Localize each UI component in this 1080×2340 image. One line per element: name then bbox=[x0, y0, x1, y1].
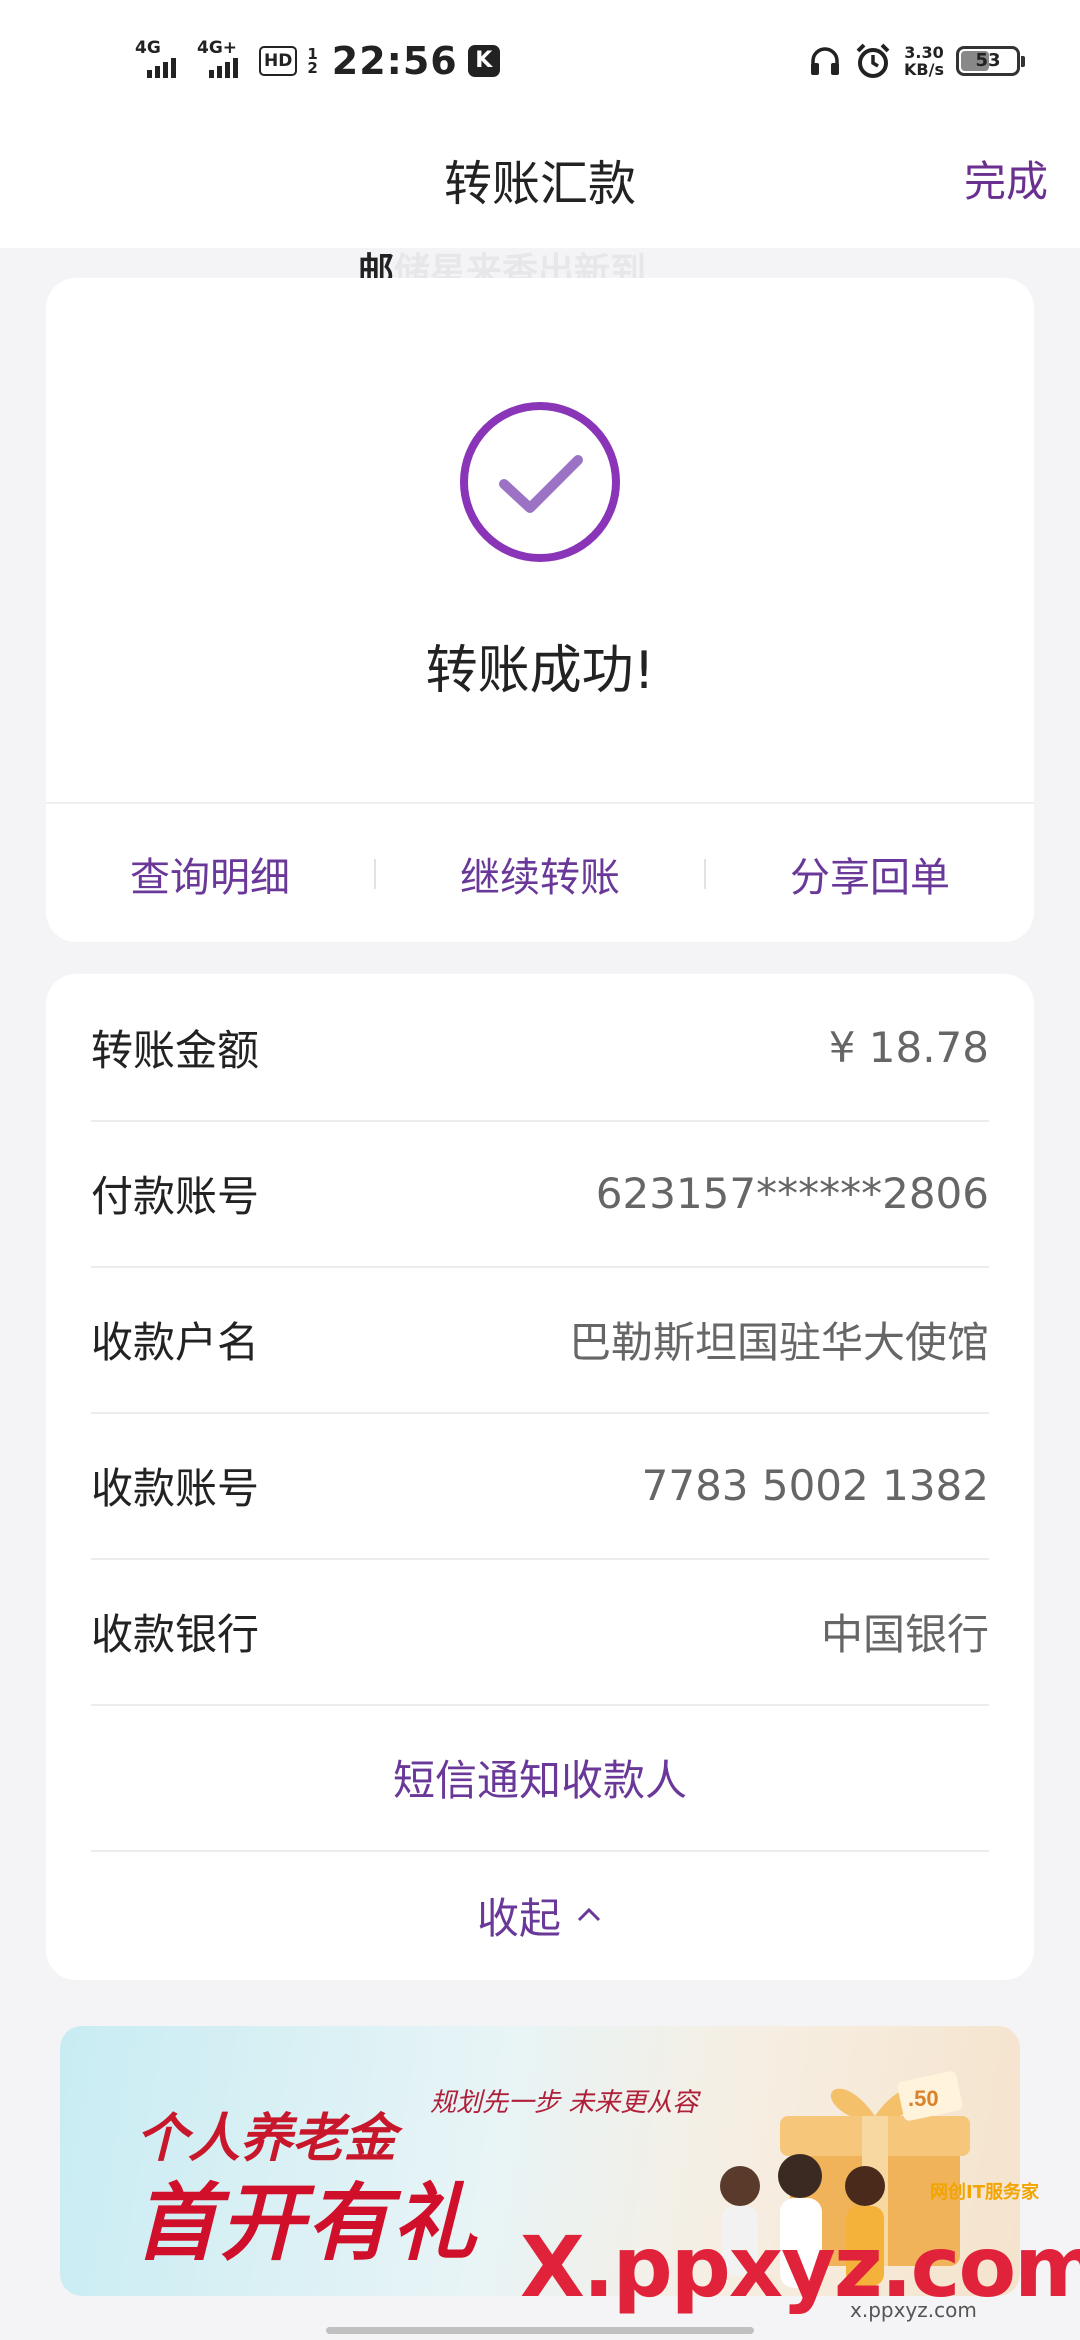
detail-row-payee-name: 收款户名 巴勒斯坦国驻华大使馆 bbox=[91, 1266, 989, 1414]
battery-icon: 53 bbox=[956, 46, 1025, 76]
detail-row-amount: 转账金额 ¥ 18.78 bbox=[91, 974, 989, 1122]
done-button[interactable]: 完成 bbox=[964, 148, 1048, 209]
alarm-icon bbox=[856, 43, 890, 78]
share-receipt-button[interactable]: 分享回单 bbox=[706, 845, 1034, 903]
action-bar: 查询明细 继续转账 分享回单 bbox=[46, 802, 1034, 944]
chevron-up-icon bbox=[577, 1907, 601, 1922]
svg-text:.50: .50 bbox=[908, 2086, 939, 2111]
home-indicator[interactable] bbox=[326, 2327, 754, 2334]
signal-icon: 4G bbox=[135, 38, 187, 82]
query-details-button[interactable]: 查询明细 bbox=[46, 845, 374, 903]
network-speed: 3.30 KB/s bbox=[904, 43, 944, 79]
watermark: X.ppxyz.com bbox=[520, 2218, 1080, 2316]
banner-subtitle: 首开有礼 bbox=[134, 2174, 479, 2272]
k-app-icon: K bbox=[467, 45, 500, 77]
headphones-icon bbox=[811, 47, 840, 75]
sms-notify-payee-link[interactable]: 短信通知收款人 bbox=[91, 1704, 989, 1852]
page-title: 转账汇款 bbox=[443, 156, 636, 212]
nav-bar: 转账汇款 完成 bbox=[0, 118, 1080, 248]
success-check-icon bbox=[460, 402, 620, 562]
details-card: 转账金额 ¥ 18.78 付款账号 623157******2806 收款户名 … bbox=[46, 974, 1034, 1980]
collapse-button[interactable]: 收起 bbox=[46, 1850, 1034, 1980]
result-card: 转账成功! 查询明细 继续转账 分享回单 bbox=[46, 278, 1034, 942]
watermark-small-text: 网创IT服务家 bbox=[930, 2182, 1039, 2203]
status-bar: 4G 4G+ HD 12 22:56 K 3.30 KB/s 53 bbox=[0, 0, 1080, 118]
hd-sim-indicator: 12 bbox=[307, 45, 318, 77]
hd-icon: HD bbox=[259, 46, 298, 76]
clock: 22:56 bbox=[331, 39, 458, 83]
continue-transfer-button[interactable]: 继续转账 bbox=[376, 845, 704, 903]
watermark-url: x.ppxyz.com bbox=[850, 2298, 977, 2322]
detail-row-payee-bank: 收款银行 中国银行 bbox=[91, 1558, 989, 1706]
banner-slogan: 规划先一步 未来更从容 bbox=[430, 2088, 699, 2118]
detail-row-payee-account: 收款账号 7783 5002 1382 bbox=[91, 1412, 989, 1560]
success-message: 转账成功! bbox=[425, 641, 655, 701]
detail-row-payer-account: 付款账号 623157******2806 bbox=[91, 1120, 989, 1268]
signal-icon: 4G+ bbox=[197, 38, 249, 82]
